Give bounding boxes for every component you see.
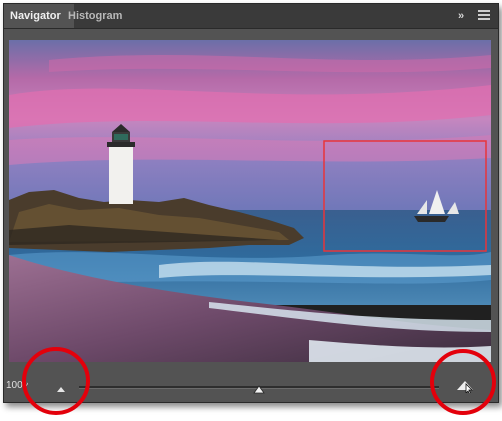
small-mountain-icon [57,387,65,392]
preview-image [9,40,491,362]
panel-tab-bar: Navigator Histogram » [4,4,498,29]
zoom-in-button[interactable] [455,377,477,396]
zoom-out-button[interactable] [54,380,68,392]
navigator-preview-thumbnail[interactable] [9,40,491,362]
collapse-panel-button[interactable]: » [452,4,470,28]
zoom-slider-thumb[interactable] [253,381,265,394]
panel-menu-icon[interactable] [478,10,490,21]
navigator-panel: Navigator Histogram » 100 [3,3,499,403]
large-mountain-icon [457,381,473,396]
navigator-zoom-bar: 100% [4,366,498,402]
tab-histogram[interactable]: Histogram [62,4,128,28]
zoom-level-field[interactable]: 100% [6,379,28,393]
slider-thumb-icon [253,385,265,394]
